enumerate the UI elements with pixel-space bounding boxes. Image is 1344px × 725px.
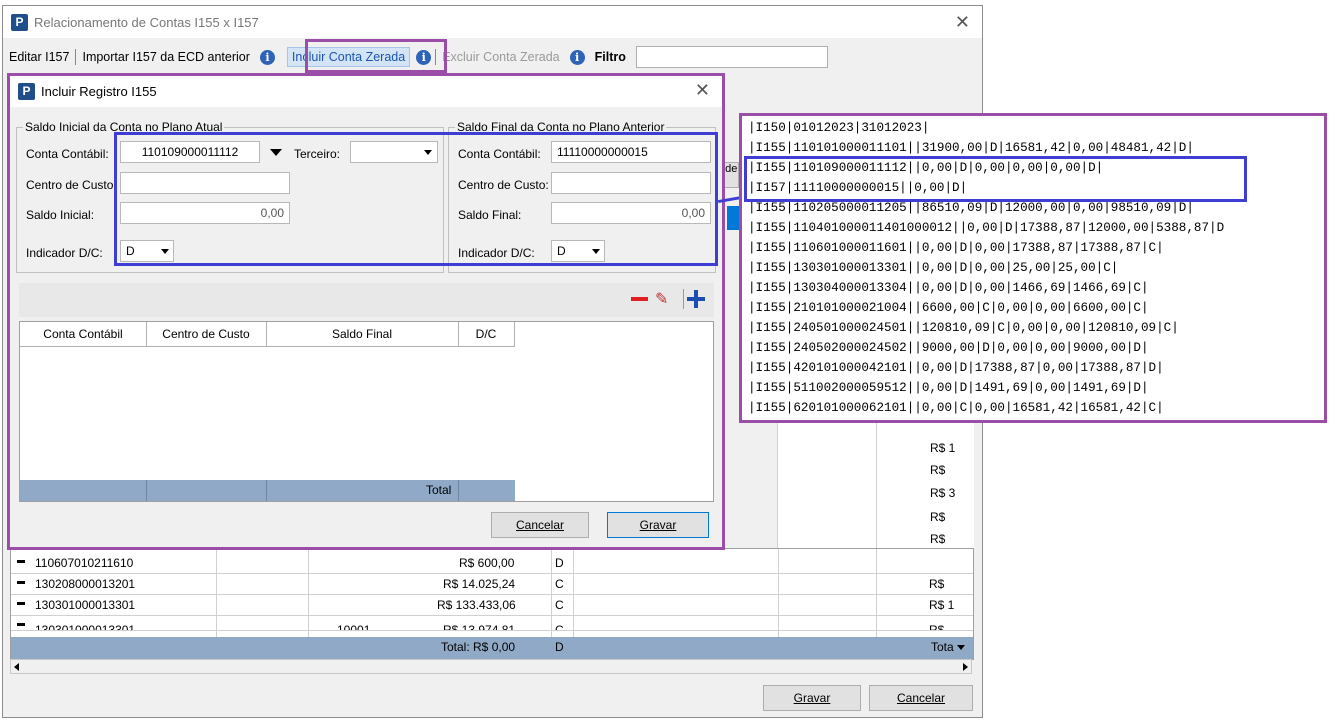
table-row[interactable]: 130208000013201 R$ 14.025,24 C R$	[11, 574, 973, 595]
main-gravar-label: Gravar	[793, 691, 831, 705]
collapse-icon[interactable]	[17, 602, 25, 605]
main-window-title: Relacionamento de Contas I155 x I157	[34, 14, 259, 30]
row-dc: C	[555, 623, 564, 631]
app-logo-icon: P	[11, 13, 28, 31]
code-line: |I155|240502000024502||9000,00|D|0,00|0,…	[748, 341, 1149, 355]
code-line: |I155|110205000011205||86510,09|D|12000,…	[748, 201, 1194, 215]
row-conta: 130301000013301	[35, 598, 136, 612]
main-toolbar: Editar I157 Importar I157 da ECD anterio…	[3, 44, 982, 70]
collapse-icon[interactable]	[17, 560, 25, 563]
row-valor: R$ 133.433,06	[437, 598, 516, 612]
info-icon[interactable]: i	[569, 49, 585, 65]
right-col-cell: R$ 1	[930, 441, 956, 455]
main-cancelar-button[interactable]: Cancelar	[869, 685, 973, 711]
grid-total-right: Tota	[931, 640, 954, 654]
right-col-cell: R$ 1	[929, 598, 955, 612]
row-valor: R$ 13.974,81	[443, 623, 516, 631]
row-valor: R$ 600,00	[459, 556, 515, 570]
background-grid: 110607010211610 R$ 600,00 D 130208000013…	[10, 548, 974, 660]
table-row[interactable]: 110607010211610 R$ 600,00 D	[11, 553, 973, 574]
collapse-icon[interactable]	[17, 581, 25, 584]
row-dc: C	[555, 598, 564, 612]
code-line: |I155|130304000013304||0,00|D|0,00|1466,…	[748, 281, 1149, 295]
code-line: |I155|110601000011601||0,00|D|0,00|17388…	[748, 241, 1164, 255]
row-dc: C	[555, 577, 564, 591]
main-titlebar: P Relacionamento de Contas I155 x I157 ✕	[3, 6, 982, 38]
annotation-box-incluir	[305, 39, 447, 73]
annotation-box-fields	[114, 132, 718, 266]
main-gravar-button[interactable]: Gravar	[763, 685, 861, 711]
code-line: |I155|511002000059512||0,00|D|1491,69|0,…	[748, 381, 1149, 395]
code-line: |I155|420101000042101||0,00|D|17388,87|0…	[748, 361, 1164, 375]
right-col-cell: R$	[930, 532, 946, 546]
code-line: |I155|620101000062101||0,00|C|0,00|16581…	[748, 401, 1164, 415]
scroll-down-icon[interactable]	[957, 645, 965, 650]
excluir-conta-zerada-button[interactable]: Excluir Conta Zerada	[436, 50, 565, 64]
code-line: |I155|210101000021004||6600,00|C|0,00|0,…	[748, 301, 1149, 315]
grid-total-dc: D	[555, 640, 564, 654]
grid-total-label: Total: R$ 0,00	[441, 640, 516, 654]
row-conta: 110607010211610	[35, 556, 134, 570]
main-cancelar-label: Cancelar	[896, 691, 946, 705]
filtro-label: Filtro	[594, 50, 626, 64]
code-line: |I150|01012023|31012023|	[748, 121, 930, 135]
right-col-cell: R$	[930, 510, 946, 524]
horizontal-scrollbar[interactable]	[10, 659, 972, 674]
right-col-cell: R$ 3	[930, 486, 956, 500]
importar-i157-button[interactable]: Importar I157 da ECD anterior	[76, 50, 255, 64]
scroll-right-icon[interactable]	[963, 663, 968, 671]
table-row[interactable]: 130301000013301 R$ 133.433,06 C R$ 1	[11, 595, 973, 616]
code-line: |I155|110101000011101||31900,00|D|16581,…	[748, 141, 1194, 155]
right-col-cell: R$	[929, 577, 945, 591]
grid-total-row: Total: R$ 0,00 D Tota	[11, 637, 973, 659]
row-conta: 130208000013201	[35, 577, 136, 591]
row-centro: 10001	[337, 623, 371, 631]
scroll-left-icon[interactable]	[14, 663, 19, 671]
annotation-box-lines	[744, 156, 1247, 202]
info-icon[interactable]: i	[259, 49, 275, 65]
code-line: |I155|130301000013301||0,00|D|0,00|25,00…	[748, 261, 1119, 275]
right-col-cell: R$	[929, 623, 945, 631]
table-row[interactable]: 130301000013301 10001 R$ 13.974,81 C R$	[11, 616, 973, 631]
row-conta: 130301000013301	[35, 623, 136, 631]
row-dc: D	[555, 556, 564, 570]
editar-i157-button[interactable]: Editar I157	[3, 50, 75, 64]
collapse-icon[interactable]	[17, 623, 25, 626]
row-valor: R$ 14.025,24	[443, 577, 516, 591]
filtro-input[interactable]	[635, 46, 828, 68]
background-grid-right: R$ 1 R$ R$ 3 R$ R$	[777, 422, 974, 552]
code-line: |I155|240501000024501||120810,09|C|0,00|…	[748, 321, 1179, 335]
close-icon[interactable]: ✕	[955, 12, 970, 33]
right-col-cell: R$	[930, 463, 946, 477]
code-line: |I155|110401000011401000012||0,00|D|1738…	[748, 221, 1225, 235]
